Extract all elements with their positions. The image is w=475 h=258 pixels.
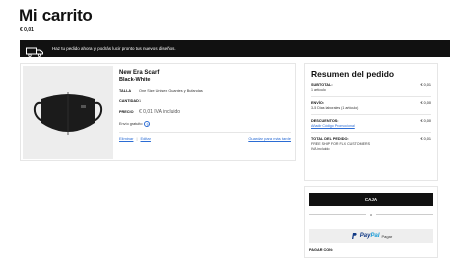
- quantity-value: 1: [139, 99, 142, 103]
- mask-illustration: [33, 91, 103, 135]
- paypal-logo-pay: Pay: [359, 233, 371, 239]
- edit-link[interactable]: Editar: [141, 136, 151, 141]
- total-value: € 0,01: [420, 137, 431, 141]
- shipping-label: ENVÍO:: [311, 101, 325, 105]
- shipping-value: € 0,00: [420, 101, 431, 105]
- checkout-panel: CAJA o Pay Pal Pagar PAGAR CON:: [304, 186, 438, 258]
- shipping-note: Envío gratuito ?: [119, 121, 291, 127]
- pay-with-label: PAGAR CON:: [309, 248, 334, 252]
- cart-item: New Era Scarf Black-White TALLA One Size…: [20, 63, 296, 161]
- paypal-icon: [351, 233, 357, 239]
- item-divider: [119, 132, 291, 133]
- summary-divider: [311, 114, 431, 115]
- or-text: o: [369, 211, 373, 217]
- item-actions: Eliminar | Editar Guardar para más tarde: [119, 136, 291, 141]
- save-for-later-link[interactable]: Guardar para más tarde: [248, 136, 291, 141]
- page-total: € 0,01: [20, 27, 34, 33]
- shipping-time: 3-5 Días laborales (1 artículo): [311, 106, 359, 110]
- paypal-pay-text: Pagar: [381, 233, 393, 239]
- remove-link[interactable]: Eliminar: [119, 136, 133, 141]
- summary-divider: [311, 132, 431, 133]
- quantity-label: CANTIDAD: [119, 99, 139, 103]
- total-note-vat: IVA incluido: [311, 147, 330, 151]
- promo-banner: Haz tu pedido ahora y podrás lucir pront…: [20, 40, 450, 57]
- summary-divider: [311, 96, 431, 97]
- product-color: Black-White: [119, 77, 151, 83]
- size-row: TALLA One Size Unisex Guantes y Bufandas: [119, 89, 291, 93]
- size-label: TALLA: [119, 89, 132, 93]
- total-label: TOTAL DEL PEDIDO:: [311, 137, 349, 141]
- add-promo-code-link[interactable]: Añadir Código Promocional: [311, 124, 355, 128]
- shipping-row: ENVÍO: 3-5 Días laborales (1 artículo) €…: [311, 101, 431, 110]
- product-image[interactable]: [23, 66, 113, 159]
- action-separator: |: [136, 136, 138, 141]
- size-value: One Size Unisex Guantes y Bufandas: [139, 89, 203, 93]
- discounts-label: DESCUENTOS:: [311, 119, 339, 123]
- paypal-button[interactable]: Pay Pal Pagar: [309, 229, 433, 243]
- total-row: TOTAL DEL PEDIDO: FREE SHIP FOR FLX CUST…: [311, 137, 431, 151]
- subtotal-label: SUBTOTAL:: [311, 83, 333, 87]
- subtotal-items: 1 artículo: [311, 88, 326, 92]
- info-icon[interactable]: ?: [144, 121, 151, 127]
- summary-title: Resumen del pedido: [311, 69, 395, 79]
- subtotal-row: SUBTOTAL: 1 artículo € 0,01: [311, 83, 431, 92]
- price-label: PRECIO: [119, 110, 134, 114]
- discounts-value: € 0,00: [420, 119, 431, 123]
- paypal-logo-pal: Pal: [370, 233, 380, 239]
- or-divider: o: [309, 211, 434, 217]
- or-line-right: [376, 213, 434, 215]
- or-line-left: [309, 213, 366, 215]
- shipping-note-text: Envío gratuito: [119, 122, 143, 126]
- total-note-shipping: FREE SHIP FOR FLX CUSTOMERS: [311, 142, 370, 146]
- truck-icon: [26, 44, 44, 57]
- price-value: € 0,01 IVA incluido: [139, 109, 181, 115]
- order-summary: Resumen del pedido SUBTOTAL: 1 artículo …: [304, 63, 438, 181]
- banner-text: Haz tu pedido ahora y podrás lucir pront…: [52, 46, 176, 51]
- checkout-button[interactable]: CAJA: [309, 193, 433, 206]
- discounts-row: DESCUENTOS: Añadir Código Promocional € …: [311, 119, 431, 128]
- price-row: PRECIO € 0,01 IVA incluido: [119, 109, 291, 115]
- quantity-row: CANTIDAD 1: [119, 99, 291, 103]
- subtotal-value: € 0,01: [420, 83, 431, 87]
- page-title: Mi carrito: [19, 6, 93, 25]
- product-name[interactable]: New Era Scarf: [119, 70, 291, 76]
